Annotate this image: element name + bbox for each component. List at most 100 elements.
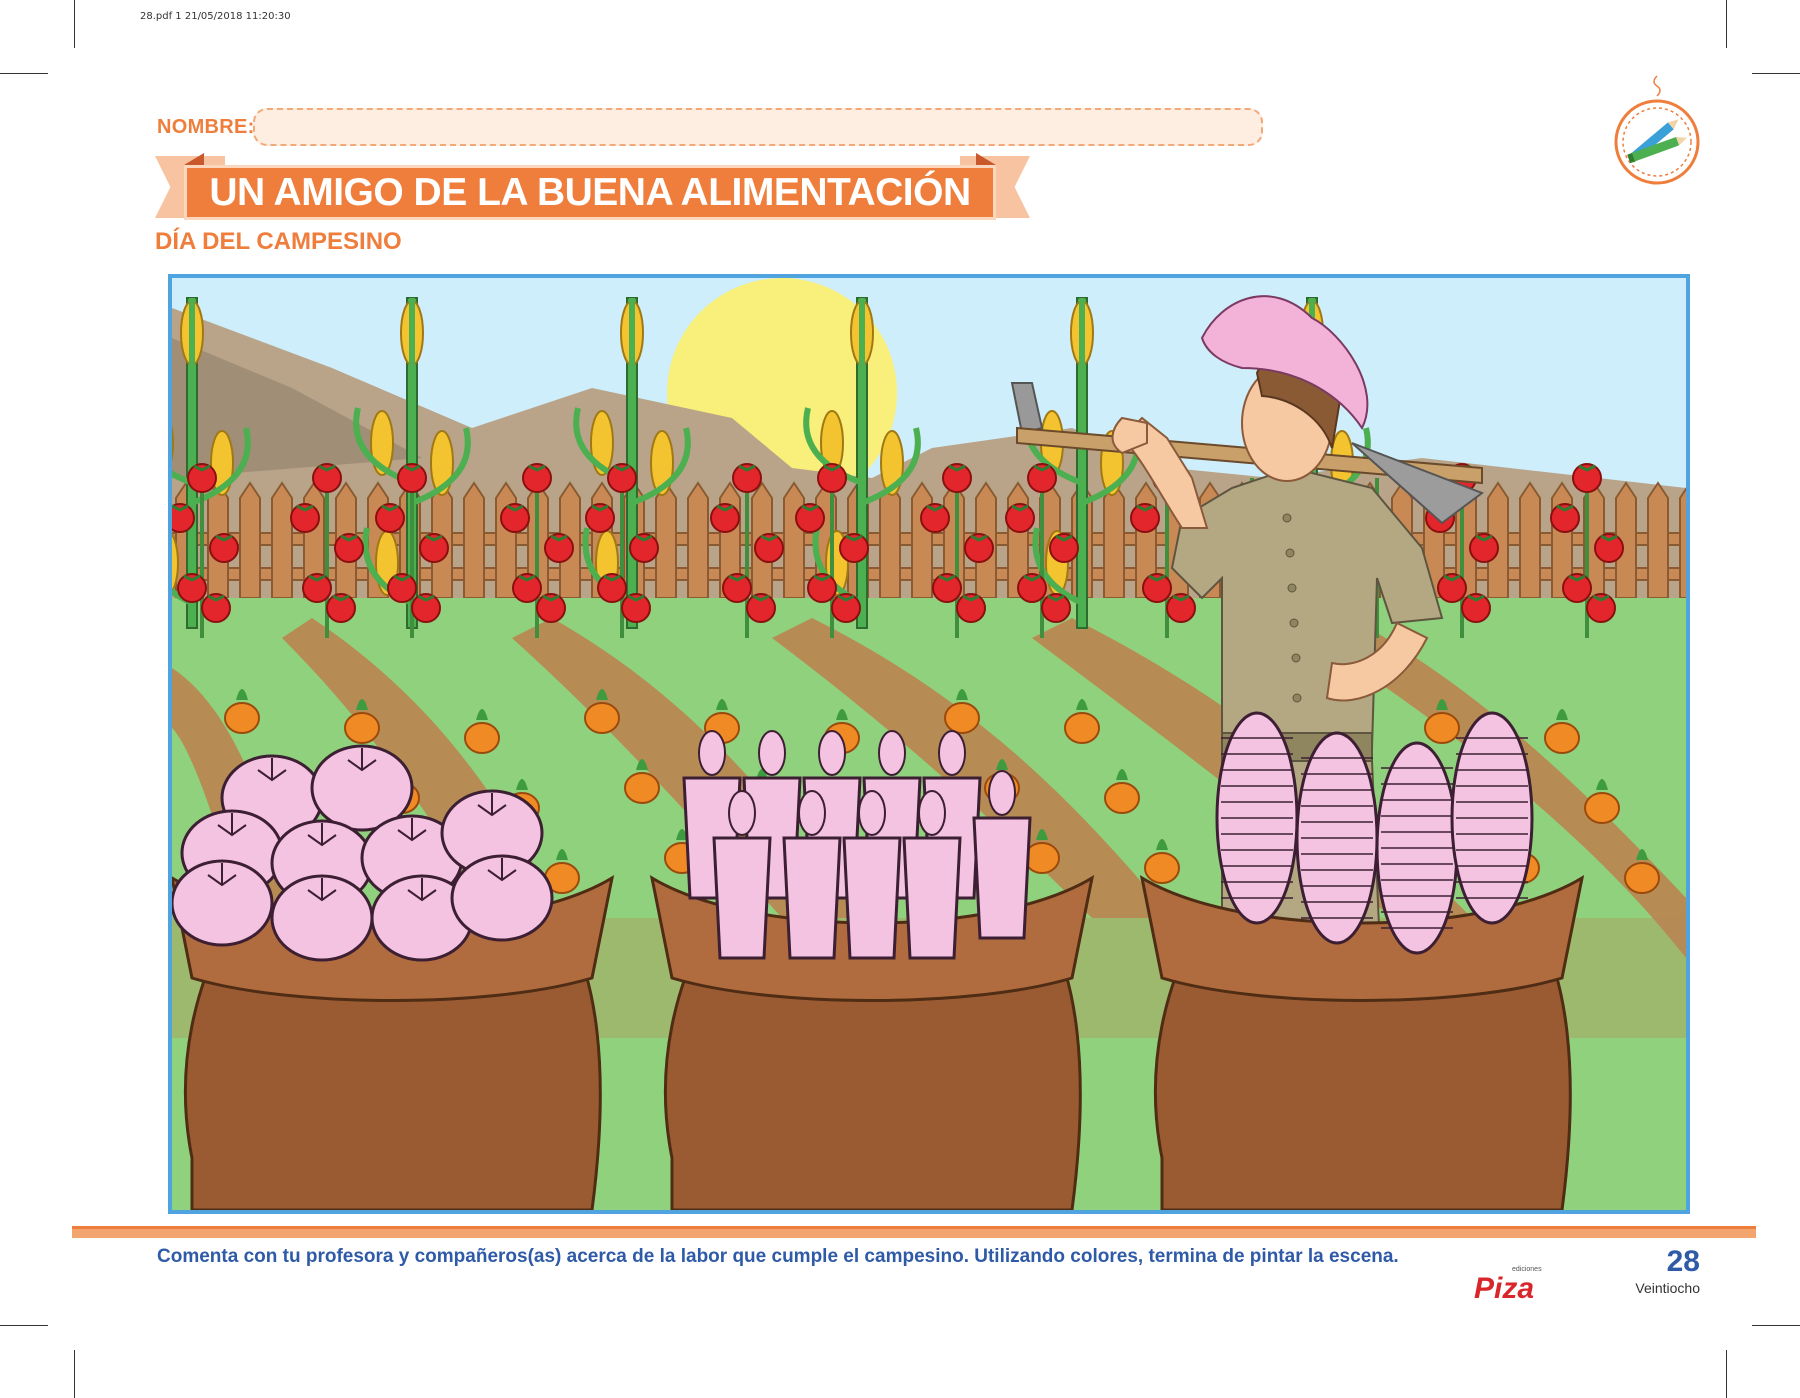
tomato (500, 503, 530, 533)
print-header: 28.pdf 1 21/05/2018 11:20:30 (140, 11, 291, 22)
logo-brand: Piza (1474, 1272, 1534, 1302)
tomato (1437, 573, 1467, 603)
tomato (607, 463, 637, 493)
carrot-top (1424, 712, 1460, 744)
carrot-leaves (878, 730, 906, 776)
farm-scene (168, 274, 1690, 1214)
carrot-top (584, 702, 620, 734)
tomato (629, 533, 659, 563)
tomato (732, 463, 762, 493)
tomato (1049, 533, 1079, 563)
tomato (411, 593, 441, 623)
tomato (397, 463, 427, 493)
tomato (585, 503, 615, 533)
tomato (1594, 533, 1624, 563)
carrot-leaves (728, 790, 756, 836)
tomato (964, 533, 994, 563)
fence-picket (879, 481, 901, 599)
tomato (419, 533, 449, 563)
tomato (746, 593, 776, 623)
carrot-leaves (798, 790, 826, 836)
tomato (956, 593, 986, 623)
tomato (522, 463, 552, 493)
tomato (1550, 503, 1580, 533)
tomato (942, 463, 972, 493)
name-label: NOMBRE: (157, 116, 255, 138)
tomato (1005, 503, 1035, 533)
tomato (512, 573, 542, 603)
carrot-top (1584, 792, 1620, 824)
tomato (1130, 503, 1160, 533)
crop-mark (74, 0, 75, 48)
tomato (807, 573, 837, 603)
crop-mark (1726, 1350, 1727, 1398)
fence-picket (687, 481, 709, 599)
tomato (326, 593, 356, 623)
tomato (536, 593, 566, 623)
crop-mark (0, 73, 48, 74)
carrot-leaves (698, 730, 726, 776)
tomato (177, 573, 207, 603)
page-number: 28 (1666, 1245, 1700, 1278)
tomato (920, 503, 950, 533)
tomato (722, 573, 752, 603)
crop-mark (1752, 73, 1800, 74)
crop-mark (0, 1325, 48, 1326)
tomato (817, 463, 847, 493)
fence-picket (783, 481, 805, 599)
carrot-leaves (938, 730, 966, 776)
name-field[interactable] (253, 108, 1263, 146)
tomato (334, 533, 364, 563)
pink-carrot (782, 836, 842, 960)
tomato (1041, 593, 1071, 623)
crop-mark (74, 1350, 75, 1398)
tomato (795, 503, 825, 533)
tomato (209, 533, 239, 563)
carrot-top (344, 712, 380, 744)
carrot-top (944, 702, 980, 734)
tomato (1469, 533, 1499, 563)
instruction-text: Comenta con tu profesora y compañeros(as… (157, 1246, 1399, 1267)
tomato (187, 463, 217, 493)
tomato (597, 573, 627, 603)
publisher-logo: ediciones Piza (1472, 1262, 1562, 1305)
tomato (1562, 573, 1592, 603)
crop-mark (1752, 1325, 1800, 1326)
tomato (544, 533, 574, 563)
tomato (1027, 463, 1057, 493)
page-title: UN AMIGO DE LA BUENA ALIMENTACIÓN (209, 171, 971, 214)
tomato (302, 573, 332, 603)
carrot-top (1104, 782, 1140, 814)
tomato (710, 503, 740, 533)
carrot-top (624, 772, 660, 804)
fence-picket (239, 481, 261, 599)
carrot-leaves (988, 770, 1016, 816)
tomato (1017, 573, 1047, 603)
page-subtitle: DÍA DEL CAMPESINO (155, 228, 402, 255)
carrot-top (1144, 852, 1180, 884)
tomato (839, 533, 869, 563)
carrot-top (1024, 842, 1060, 874)
pink-carrot (972, 816, 1032, 940)
fence-picket (911, 481, 933, 599)
carrot-leaves (918, 790, 946, 836)
crop-mark (1726, 0, 1727, 48)
fence-picket (1647, 481, 1669, 599)
tomato (1142, 573, 1172, 603)
fence-picket (463, 481, 485, 599)
tomato (1166, 593, 1196, 623)
fence-picket (1103, 481, 1125, 599)
tomato (1461, 593, 1491, 623)
footer-divider (72, 1226, 1756, 1238)
tomato (290, 503, 320, 533)
pencils-icon (1612, 74, 1702, 186)
tomato (932, 573, 962, 603)
carrot-top (1064, 712, 1100, 744)
carrot-top (224, 702, 260, 734)
fence-picket (1519, 481, 1541, 599)
pink-carrot (712, 836, 772, 960)
tomato (201, 593, 231, 623)
pink-carrot (842, 836, 902, 960)
fence-picket (655, 481, 677, 599)
carrot-top (1624, 862, 1660, 894)
